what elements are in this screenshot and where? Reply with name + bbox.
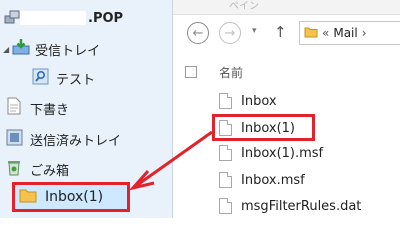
overflow-chevron-icon[interactable]: « xyxy=(322,26,329,40)
highlight-box xyxy=(212,114,315,141)
folder-inbox-1[interactable]: Inbox(1) xyxy=(12,182,130,212)
folder-icon xyxy=(304,26,318,41)
file-icon xyxy=(219,172,232,188)
folder-sent[interactable]: 送信済みトレイ xyxy=(6,128,121,150)
account-label: .POP xyxy=(88,10,124,26)
search-folder-icon xyxy=(32,68,49,89)
name-column-header[interactable]: 名前 xyxy=(219,64,243,81)
expand-arrow-icon[interactable]: ◢ xyxy=(3,45,9,54)
recent-locations-chevron-icon[interactable]: ▾ xyxy=(252,26,257,36)
file-name: msgFilterRules.dat xyxy=(241,198,362,214)
file-name: Inbox(1).msf xyxy=(241,145,324,161)
draft-document-icon xyxy=(6,97,22,119)
account-icon xyxy=(4,8,20,28)
forward-arrow-icon[interactable]: → xyxy=(219,22,241,44)
file-name: Inbox.msf xyxy=(241,172,305,188)
folder-trash[interactable]: ごみ箱 xyxy=(6,158,69,180)
folder-label: 受信トレイ xyxy=(35,43,101,59)
folder-test[interactable]: テスト xyxy=(32,67,95,89)
file-row[interactable]: Inbox xyxy=(219,91,277,111)
explorer-pane: ペイン ← → ▾ ↑ « Mail › 名前 Inbox Inbox(1) I… xyxy=(173,0,400,218)
file-name: Inbox xyxy=(241,93,277,109)
address-folder-label[interactable]: Mail xyxy=(333,26,357,40)
trash-can-icon xyxy=(6,158,22,180)
file-icon xyxy=(219,145,232,161)
ribbon-strip: ペイン xyxy=(173,0,400,15)
account-node[interactable]: .POP xyxy=(4,7,123,29)
folder-label: 送信済みトレイ xyxy=(30,133,122,149)
breadcrumb-chevron-icon[interactable]: › xyxy=(362,26,367,40)
address-bar[interactable]: « Mail › xyxy=(299,21,400,45)
folder-drafts[interactable]: 下書き xyxy=(6,97,69,119)
inbox-tray-icon xyxy=(12,38,30,60)
folder-label: テスト xyxy=(56,72,96,88)
sent-folder-icon xyxy=(6,129,23,150)
folder-label: Inbox(1) xyxy=(45,189,104,205)
folder-tree-pane: .POP ◢ 受信トレイ テスト 下書き 送信済みトレイ ごみ箱 Inbox(1… xyxy=(0,0,172,218)
file-row[interactable]: Inbox(1).msf xyxy=(219,143,323,163)
file-icon xyxy=(219,93,232,109)
file-row[interactable]: Inbox.msf xyxy=(219,170,305,190)
folder-label: 下書き xyxy=(30,102,70,118)
folder-icon xyxy=(19,187,37,207)
file-row[interactable]: msgFilterRules.dat xyxy=(219,196,361,216)
select-all-checkbox[interactable] xyxy=(185,66,197,78)
ribbon-label: ペイン xyxy=(229,1,259,12)
folder-label: ごみ箱 xyxy=(30,163,70,179)
redacted-account-name xyxy=(20,11,86,25)
column-header[interactable]: 名前 xyxy=(185,62,243,82)
navigation-bar: ← → ▾ ↑ « Mail › xyxy=(173,15,400,51)
up-arrow-icon[interactable]: ↑ xyxy=(274,23,287,41)
file-icon xyxy=(219,198,232,214)
back-arrow-icon[interactable]: ← xyxy=(187,22,209,44)
folder-inbox[interactable]: ◢ 受信トレイ xyxy=(3,38,100,60)
